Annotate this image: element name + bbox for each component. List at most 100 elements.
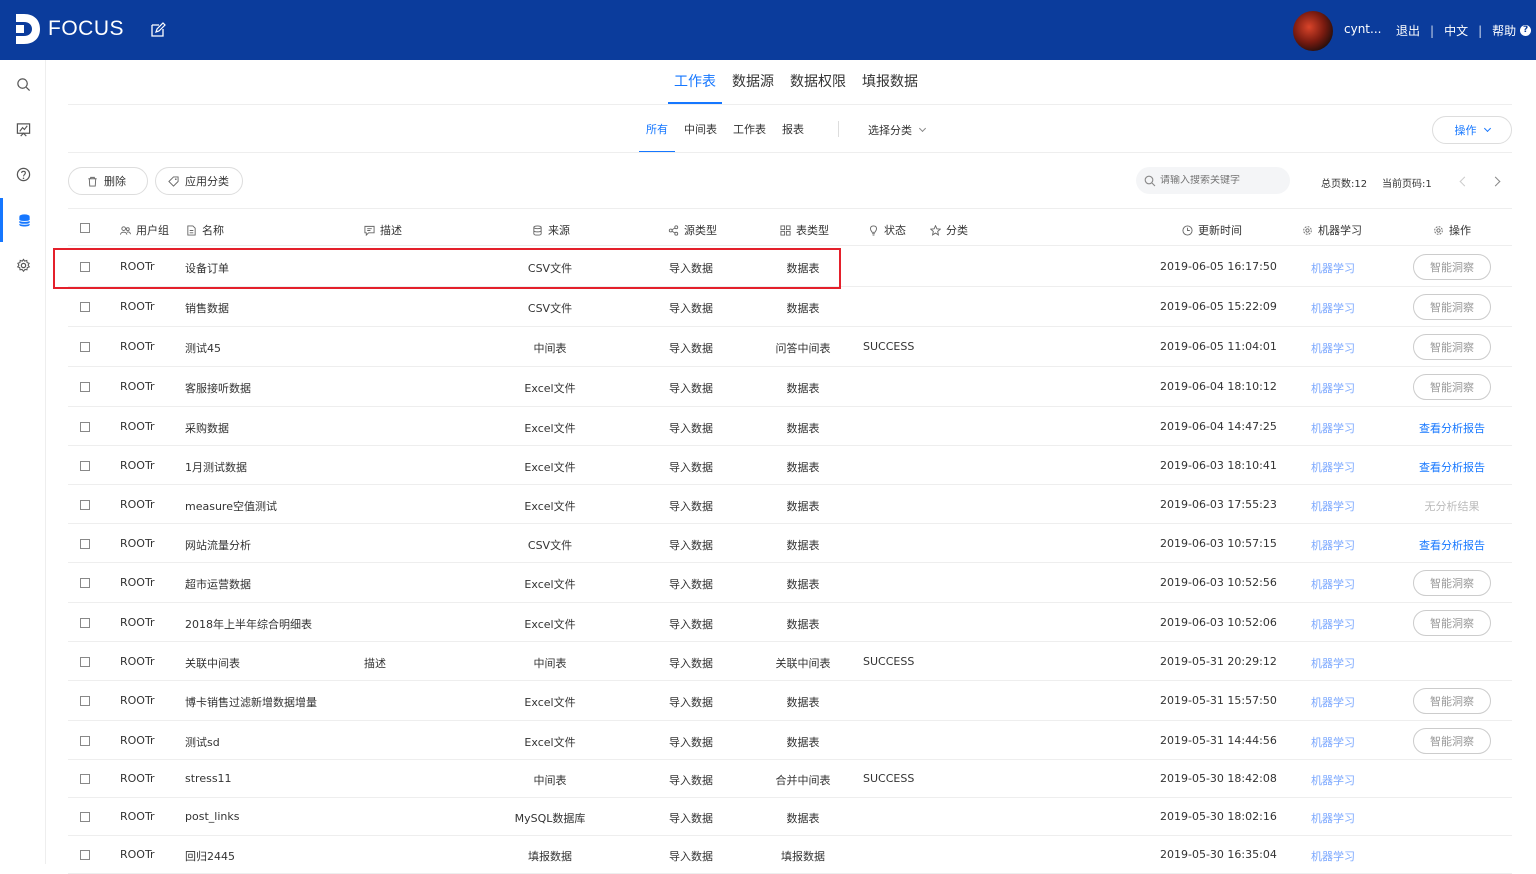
- row-checkbox[interactable]: [80, 302, 90, 312]
- row-checkbox[interactable]: [80, 461, 90, 471]
- machine-learning-link[interactable]: 机器学习: [1311, 848, 1355, 864]
- machine-learning-link[interactable]: 机器学习: [1311, 260, 1355, 276]
- sidebar-item-search[interactable]: [0, 62, 46, 106]
- table-row[interactable]: ROOTr 关联中间表 描述 中间表 导入数据 关联中间表 SUCCESS 2019-05-3…: [68, 642, 1512, 681]
- smart-insight-button[interactable]: 智能洞察: [1413, 610, 1491, 636]
- table-row[interactable]: ROOTr stress11 中间表 导入数据 合并中间表 SUCCESS 2019-05-…: [68, 760, 1512, 798]
- row-checkbox[interactable]: [80, 539, 90, 549]
- row-checkbox[interactable]: [80, 618, 90, 628]
- cell-name[interactable]: 2018年上半年综合明细表: [185, 616, 312, 632]
- table-row[interactable]: ROOTr 博卡销售过滤新增数据增量 Excel文件 导入数据 数据表 2019-05-3…: [68, 681, 1512, 721]
- smart-insight-button[interactable]: 智能洞察: [1413, 254, 1491, 280]
- sidebar-item-data[interactable]: [0, 198, 46, 242]
- th-user-group[interactable]: 用户组: [120, 222, 169, 238]
- th-source[interactable]: 来源: [532, 222, 570, 238]
- table-row[interactable]: ROOTr 测试45 中间表 导入数据 问答中间表 SUCCESS 2019-06-05 1…: [68, 327, 1512, 367]
- row-checkbox[interactable]: [80, 657, 90, 667]
- cell-name[interactable]: 客服接听数据: [185, 380, 251, 396]
- table-row[interactable]: ROOTr measure空值测试 Excel文件 导入数据 数据表 2019-06-03…: [68, 485, 1512, 524]
- table-row[interactable]: ROOTr 网站流量分析 CSV文件 导入数据 数据表 2019-06-03 10:57:…: [68, 524, 1512, 563]
- category-select[interactable]: 选择分类: [868, 122, 927, 138]
- table-row[interactable]: ROOTr 测试sd Excel文件 导入数据 数据表 2019-05-31 14:44:…: [68, 721, 1512, 760]
- smart-insight-button[interactable]: 智能洞察: [1413, 570, 1491, 596]
- sidebar-item-board[interactable]: [0, 107, 46, 151]
- th-operations[interactable]: 操作: [1433, 222, 1471, 238]
- row-checkbox[interactable]: [80, 774, 90, 784]
- row-checkbox[interactable]: [80, 696, 90, 706]
- table-row[interactable]: ROOTr 超市运营数据 Excel文件 导入数据 数据表 2019-06-03 10:5…: [68, 563, 1512, 603]
- th-machine-learning[interactable]: 机器学习: [1302, 222, 1362, 238]
- subtab-report[interactable]: 报表: [774, 108, 812, 152]
- th-source-type[interactable]: 源类型: [668, 222, 717, 238]
- cell-name[interactable]: post_links: [185, 810, 239, 823]
- tab-data-permission[interactable]: 数据权限: [782, 60, 854, 104]
- machine-learning-link[interactable]: 机器学习: [1311, 380, 1355, 396]
- row-checkbox[interactable]: [80, 812, 90, 822]
- help-link[interactable]: 帮助: [1492, 22, 1516, 39]
- select-all-checkbox[interactable]: [80, 223, 90, 233]
- question-icon[interactable]: ?: [1520, 25, 1532, 36]
- machine-learning-link[interactable]: 机器学习: [1311, 616, 1355, 632]
- machine-learning-link[interactable]: 机器学习: [1311, 537, 1355, 553]
- table-row[interactable]: ROOTr 客服接听数据 Excel文件 导入数据 数据表 2019-06-04 18:1…: [68, 367, 1512, 407]
- table-row[interactable]: ROOTr 采购数据 Excel文件 导入数据 数据表 2019-06-04 14:47:…: [68, 407, 1512, 446]
- view-report-link[interactable]: 查看分析报告: [1419, 537, 1485, 553]
- machine-learning-link[interactable]: 机器学习: [1311, 655, 1355, 671]
- cell-name[interactable]: 超市运营数据: [185, 576, 251, 592]
- prev-page-icon[interactable]: [1459, 176, 1470, 187]
- subtab-worksheet[interactable]: 工作表: [725, 108, 774, 152]
- delete-button[interactable]: 删除: [68, 167, 148, 195]
- cell-name[interactable]: 销售数据: [185, 300, 229, 316]
- subtab-intermediate[interactable]: 中间表: [676, 108, 725, 152]
- machine-learning-link[interactable]: 机器学习: [1311, 498, 1355, 514]
- th-description[interactable]: 描述: [364, 222, 402, 238]
- row-checkbox[interactable]: [80, 342, 90, 352]
- machine-learning-link[interactable]: 机器学习: [1311, 734, 1355, 750]
- apply-category-button[interactable]: 应用分类: [155, 167, 243, 195]
- row-checkbox[interactable]: [80, 736, 90, 746]
- sidebar-item-help[interactable]: [0, 152, 46, 196]
- machine-learning-link[interactable]: 机器学习: [1311, 420, 1355, 436]
- cell-name[interactable]: 采购数据: [185, 420, 229, 436]
- machine-learning-link[interactable]: 机器学习: [1311, 340, 1355, 356]
- th-category[interactable]: 分类: [930, 222, 968, 238]
- machine-learning-link[interactable]: 机器学习: [1311, 459, 1355, 475]
- smart-insight-button[interactable]: 智能洞察: [1413, 294, 1491, 320]
- avatar[interactable]: [1293, 11, 1333, 51]
- user-name[interactable]: cynt...: [1344, 22, 1381, 36]
- cell-name[interactable]: 博卡销售过滤新增数据增量: [185, 694, 317, 710]
- row-checkbox[interactable]: [80, 850, 90, 860]
- machine-learning-link[interactable]: 机器学习: [1311, 694, 1355, 710]
- cell-name[interactable]: 测试sd: [185, 734, 220, 750]
- logout-link[interactable]: 退出: [1396, 22, 1420, 39]
- view-report-link[interactable]: 查看分析报告: [1419, 420, 1485, 436]
- smart-insight-button[interactable]: 智能洞察: [1413, 688, 1491, 714]
- row-checkbox[interactable]: [80, 422, 90, 432]
- row-checkbox[interactable]: [80, 500, 90, 510]
- th-status[interactable]: 状态: [868, 222, 906, 238]
- focus-logo[interactable]: FOCUS: [16, 14, 124, 44]
- table-row[interactable]: ROOTr 2018年上半年综合明细表 Excel文件 导入数据 数据表 2019-06-…: [68, 603, 1512, 642]
- row-checkbox[interactable]: [80, 578, 90, 588]
- machine-learning-link[interactable]: 机器学习: [1311, 300, 1355, 316]
- search-input[interactable]: [1160, 175, 1280, 186]
- cell-name[interactable]: 关联中间表: [185, 655, 240, 671]
- machine-learning-link[interactable]: 机器学习: [1311, 772, 1355, 788]
- table-row[interactable]: ROOTr 1月测试数据 Excel文件 导入数据 数据表 2019-06-03 18:1…: [68, 446, 1512, 485]
- tab-fill-data[interactable]: 填报数据: [854, 60, 926, 104]
- tab-datasource[interactable]: 数据源: [724, 60, 782, 104]
- smart-insight-button[interactable]: 智能洞察: [1413, 728, 1491, 754]
- tab-worksheet[interactable]: 工作表: [666, 60, 724, 104]
- sidebar-item-settings[interactable]: [0, 243, 46, 287]
- cell-name[interactable]: 1月测试数据: [185, 459, 247, 475]
- table-row[interactable]: ROOTr 回归2445 填报数据 导入数据 填报数据 2019-05-30 16:35:…: [68, 836, 1512, 874]
- cell-name[interactable]: measure空值测试: [185, 498, 277, 514]
- language-link[interactable]: 中文: [1444, 22, 1468, 39]
- table-row[interactable]: ROOTr 销售数据 CSV文件 导入数据 数据表 2019-06-05 15:22:09…: [68, 287, 1512, 327]
- subtab-all[interactable]: 所有: [638, 108, 676, 153]
- smart-insight-button[interactable]: 智能洞察: [1413, 374, 1491, 400]
- cell-name[interactable]: 测试45: [185, 340, 221, 356]
- cell-name[interactable]: stress11: [185, 772, 232, 785]
- cell-name[interactable]: 网站流量分析: [185, 537, 251, 553]
- smart-insight-button[interactable]: 智能洞察: [1413, 334, 1491, 360]
